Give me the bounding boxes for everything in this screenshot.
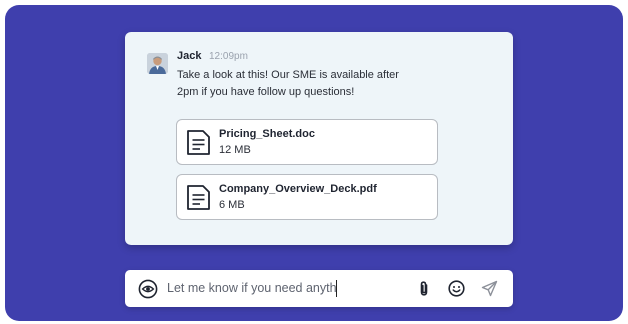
attachment-pricing-sheet[interactable]: Pricing_Sheet.doc 12 MB: [176, 119, 438, 165]
sender-name: Jack: [177, 50, 202, 62]
document-icon: [187, 130, 210, 155]
message-card: Jack 12:09pm Take a look at this! Our SM…: [125, 32, 513, 245]
attachment-name: Company_Overview_Deck.pdf: [219, 183, 377, 195]
message-timestamp: 12:09pm: [209, 51, 248, 62]
message-composer: [125, 270, 513, 307]
attachment-company-overview-deck[interactable]: Company_Overview_Deck.pdf 6 MB: [176, 174, 438, 220]
smiley-icon[interactable]: [448, 280, 465, 297]
text-caret: [336, 280, 337, 297]
app-background: Jack 12:09pm Take a look at this! Our SM…: [5, 5, 623, 321]
send-icon[interactable]: [481, 280, 498, 297]
attachment-size: 12 MB: [219, 144, 251, 156]
attachment-name: Pricing_Sheet.doc: [219, 128, 315, 140]
avatar[interactable]: [147, 53, 168, 74]
paperclip-icon[interactable]: [416, 280, 432, 297]
attachment-size: 6 MB: [219, 199, 245, 211]
message-input[interactable]: [167, 279, 397, 297]
eye-icon[interactable]: [138, 279, 158, 299]
message-text: Take a look at this! Our SME is availabl…: [177, 69, 399, 98]
document-icon: [187, 185, 210, 210]
